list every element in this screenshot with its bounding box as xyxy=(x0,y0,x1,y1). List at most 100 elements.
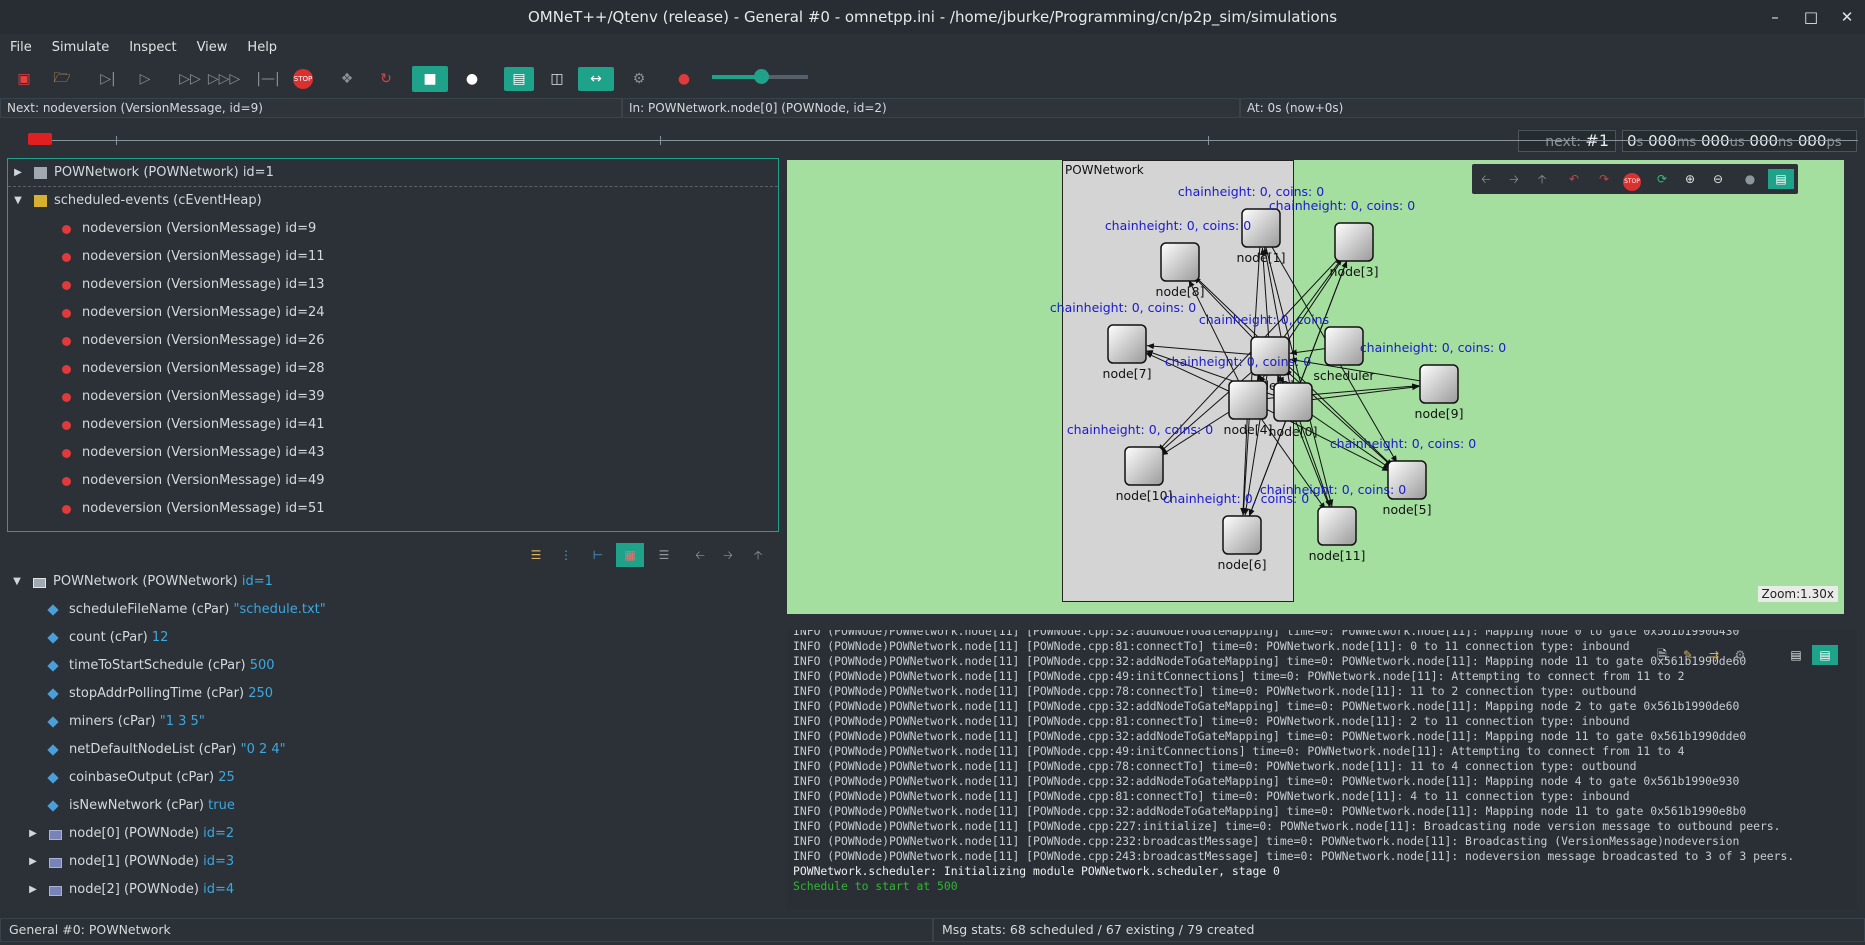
record-video-icon[interactable]: ■ xyxy=(412,66,448,92)
menu-help[interactable]: Help xyxy=(247,40,277,55)
network-node[interactable]: node[9] chainheight: 0, coins: 0 xyxy=(1360,340,1506,421)
parameter-row[interactable]: miners (cPar) "1 3 5" xyxy=(7,708,779,736)
parameter-row[interactable]: count (cPar) 12 xyxy=(7,624,779,652)
collapse-arrow-icon[interactable]: ▼ xyxy=(12,187,24,215)
find-icon[interactable]: 🗎 xyxy=(1652,645,1672,665)
module-row[interactable]: ▼ POWNetwork (POWNetwork) id=1 xyxy=(7,568,779,596)
parameter-row[interactable]: scheduleFileName (cPar) "schedule.txt" xyxy=(7,596,779,624)
network-node[interactable]: node[0] xyxy=(1269,382,1318,439)
forward-icon[interactable]: 🡢 xyxy=(1504,169,1524,189)
finish-icon[interactable]: ❖ xyxy=(335,67,359,91)
timeline-event-marker[interactable] xyxy=(28,133,52,145)
stop-icon[interactable]: STOP xyxy=(1622,169,1642,191)
expand-arrow-icon[interactable]: ▶ xyxy=(12,159,24,187)
stop-icon[interactable]: STOP xyxy=(291,67,315,91)
event-list-item[interactable]: nodeversion (VersionMessage) id=43 xyxy=(8,439,778,467)
refresh-icon[interactable]: ⟳ xyxy=(1652,169,1672,189)
expand-arrow-icon[interactable]: ▶ xyxy=(27,876,39,904)
node-box[interactable] xyxy=(1419,364,1459,404)
network-node[interactable]: node[6] chainheight: 0, coins: 0 xyxy=(1163,491,1309,572)
clear-log-icon[interactable]: ✎ xyxy=(1678,645,1698,665)
animation-dot-icon[interactable]: ● xyxy=(460,67,484,91)
module-row[interactable]: ▶ node[2] (POWNode) id=4 xyxy=(7,876,779,904)
run-icon[interactable]: ▷ xyxy=(133,67,157,91)
inheritance-mode-icon[interactable]: ▦ xyxy=(616,543,644,567)
log-viewer[interactable]: INFO (POWNode)POWNetwork.node[11] [POWNo… xyxy=(787,630,1857,910)
parameter-row[interactable]: stopAddrPollingTime (cPar) 250 xyxy=(7,680,779,708)
node-box[interactable] xyxy=(1107,324,1147,364)
event-list-item[interactable]: nodeversion (VersionMessage) id=28 xyxy=(8,355,778,383)
flat-mode-icon[interactable]: ⋮ xyxy=(556,545,576,565)
open-icon[interactable]: 🗁 xyxy=(50,67,74,91)
minimize-icon[interactable]: – xyxy=(1757,8,1793,26)
tree-node[interactable]: ▼ scheduled-events (cEventHeap) xyxy=(8,187,778,215)
rebuild-icon[interactable]: ↻ xyxy=(374,67,398,91)
event-list-item[interactable]: nodeversion (VersionMessage) id=41 xyxy=(8,411,778,439)
expand-arrow-icon[interactable]: ▶ xyxy=(27,820,39,848)
event-list-item[interactable]: nodeversion (VersionMessage) id=13 xyxy=(8,271,778,299)
tree-node[interactable]: ▶ POWNetwork (POWNetwork) id=1 xyxy=(8,159,778,187)
parent-icon[interactable]: 🡡 xyxy=(1532,169,1552,189)
node-box[interactable] xyxy=(1124,446,1164,486)
menu-view[interactable]: View xyxy=(197,40,228,55)
network-canvas[interactable]: POWNetwork node[1] chainheight: 0, coins:… xyxy=(787,160,1844,614)
slider-knob[interactable] xyxy=(754,69,769,84)
animation-speed-slider[interactable] xyxy=(712,69,808,84)
node-box[interactable] xyxy=(1324,326,1364,366)
zoom-in-icon[interactable]: ⊕ xyxy=(1680,169,1700,189)
record-icon[interactable]: ● xyxy=(672,67,696,91)
network-node[interactable]: node[8] chainheight: 0, coins: 0 xyxy=(1105,218,1251,299)
layout-horizontal-icon[interactable]: ▤ xyxy=(504,67,534,91)
up-icon[interactable]: 🡡 xyxy=(748,545,768,565)
timeline-icon[interactable]: ↔ xyxy=(578,67,614,91)
list-mode-icon[interactable]: ☰ xyxy=(654,545,674,565)
event-list-item[interactable]: nodeversion (VersionMessage) id=9 xyxy=(8,215,778,243)
new-run-icon[interactable]: ▣ xyxy=(12,67,36,91)
menu-file[interactable]: File xyxy=(10,40,32,55)
event-list-item[interactable]: nodeversion (VersionMessage) id=26 xyxy=(8,327,778,355)
node-box[interactable] xyxy=(1334,222,1374,262)
log-settings-icon[interactable]: ⚙ xyxy=(1730,645,1750,665)
event-list-item[interactable]: nodeversion (VersionMessage) id=51 xyxy=(8,495,778,523)
event-list-item[interactable]: nodeversion (VersionMessage) id=11 xyxy=(8,243,778,271)
collapse-arrow-icon[interactable]: ▼ xyxy=(11,568,23,596)
module-row[interactable]: ▶ node[1] (POWNode) id=3 xyxy=(7,848,779,876)
filter-icon[interactable]: ⇉ xyxy=(1704,645,1724,665)
node-box[interactable] xyxy=(1160,242,1200,282)
rearrange-icon[interactable]: ↶ xyxy=(1564,169,1584,189)
layout-vertical-icon[interactable]: ◫ xyxy=(545,67,569,91)
parameter-row[interactable]: netDefaultNodeList (cPar) "0 2 4" xyxy=(7,736,779,764)
menu-inspect[interactable]: Inspect xyxy=(129,40,176,55)
node-box[interactable] xyxy=(1273,382,1313,422)
event-list-item[interactable]: nodeversion (VersionMessage) id=24 xyxy=(8,299,778,327)
module-row[interactable]: ▶ node[0] (POWNode) id=2 xyxy=(7,820,779,848)
parameter-row[interactable]: timeToStartSchedule (cPar) 500 xyxy=(7,652,779,680)
menu-simulate[interactable]: Simulate xyxy=(52,40,109,55)
expand-arrow-icon[interactable]: ▶ xyxy=(27,848,39,876)
relayout-icon[interactable]: ↷ xyxy=(1594,169,1614,189)
node-box[interactable] xyxy=(1317,506,1357,546)
log-mode-icon[interactable]: ▤ xyxy=(1812,645,1838,665)
express-run-icon[interactable]: ▷▷▷ xyxy=(208,67,240,91)
back-icon[interactable]: 🡠 xyxy=(1476,169,1496,189)
network-node[interactable]: node[5] chainheight: 0, coins: 0 xyxy=(1330,436,1476,517)
timeline[interactable] xyxy=(0,128,1865,152)
fast-run-icon[interactable]: ▷▷ xyxy=(178,67,202,91)
children-mode-icon[interactable]: ⊢ xyxy=(588,545,608,565)
maximize-icon[interactable]: □ xyxy=(1793,8,1829,26)
parameter-row[interactable]: isNewNetwork (cPar) true xyxy=(7,792,779,820)
forward-icon[interactable]: 🡢 xyxy=(718,545,738,565)
messages-mode-icon[interactable]: ▤ xyxy=(1786,645,1806,665)
group-by-icon[interactable]: ☰ xyxy=(526,545,546,565)
step-icon[interactable]: ▷| xyxy=(96,67,120,91)
node-box[interactable] xyxy=(1228,380,1268,420)
mode-icon[interactable]: ▤ xyxy=(1768,169,1794,189)
network-node[interactable]: node[3] chainheight: 0, coins: 0 xyxy=(1269,198,1415,279)
layer-icon[interactable]: ● xyxy=(1740,169,1760,189)
back-icon[interactable]: 🡠 xyxy=(690,545,710,565)
run-until-icon[interactable]: |—| xyxy=(256,67,280,91)
event-list-item[interactable]: nodeversion (VersionMessage) id=39 xyxy=(8,383,778,411)
settings-icon[interactable]: ⚙ xyxy=(627,67,651,91)
zoom-out-icon[interactable]: ⊖ xyxy=(1708,169,1728,189)
parameter-row[interactable]: coinbaseOutput (cPar) 25 xyxy=(7,764,779,792)
